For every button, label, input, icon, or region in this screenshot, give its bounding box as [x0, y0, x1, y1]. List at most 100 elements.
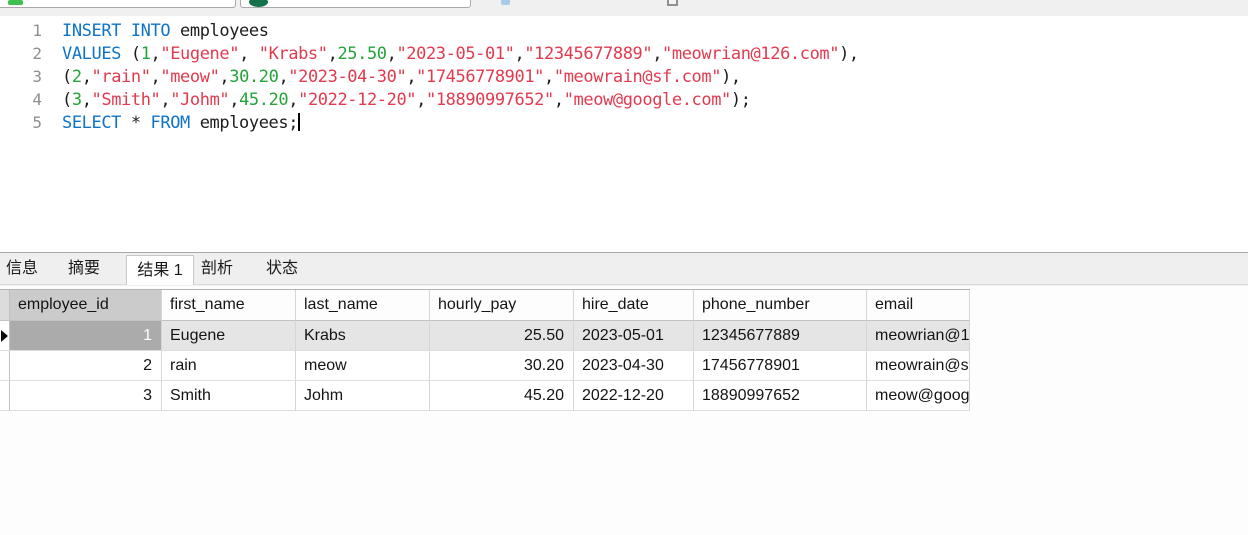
token-str: "meow@google.com": [564, 90, 731, 110]
tab-summary[interactable]: 摘要: [68, 253, 100, 285]
token-id: ,: [82, 67, 92, 87]
token-str: "Smith": [92, 90, 161, 110]
tab-info[interactable]: 信息: [6, 253, 38, 285]
token-kw: SELECT: [62, 113, 121, 133]
token-num: 25.50: [337, 44, 386, 64]
cell-first_name[interactable]: Eugene: [162, 321, 296, 351]
token-id: employees: [170, 21, 268, 41]
token-str: "12345677889": [524, 44, 652, 64]
token-id: ,: [151, 67, 161, 87]
token-str: "Johm": [170, 90, 229, 110]
cell-first_name[interactable]: Smith: [162, 381, 296, 411]
token-num: 3: [72, 90, 82, 110]
cell-hire_date[interactable]: 2023-04-30: [574, 351, 694, 381]
code-line[interactable]: 4(3,"Smith","Johm",45.20,"2022-12-20","1…: [0, 88, 1248, 111]
token-id: ,: [328, 44, 338, 64]
token-str: "18890997652": [426, 90, 554, 110]
row-marker[interactable]: [0, 351, 10, 381]
code-line[interactable]: 3(2,"rain","meow",30.20,"2023-04-30","17…: [0, 65, 1248, 88]
token-id: ),: [839, 44, 859, 64]
row-marker[interactable]: [0, 381, 10, 411]
cell-phone_number[interactable]: 17456778901: [694, 351, 867, 381]
cell-last_name[interactable]: meow: [296, 351, 430, 381]
token-id: (: [62, 90, 72, 110]
current-row-marker[interactable]: [0, 321, 10, 351]
green-db-icon: [8, 0, 23, 5]
line-number: 4: [0, 88, 42, 111]
tab-result-1[interactable]: 结果 1: [126, 255, 194, 285]
cell-hourly_pay[interactable]: 25.50: [430, 321, 574, 351]
toolbar-strip: [0, 0, 1248, 16]
text-caret: [298, 113, 300, 131]
cell-phone_number[interactable]: 12345677889: [694, 321, 867, 351]
cell-last_name[interactable]: Johm: [296, 381, 430, 411]
code-text: SELECT * FROM employees;: [62, 113, 300, 133]
code-line[interactable]: 5 SELECT * FROM employees;: [0, 111, 1248, 134]
token-id: *: [121, 113, 151, 133]
token-num: 1: [141, 44, 151, 64]
current-row-arrow-icon: [1, 330, 8, 342]
column-header-email[interactable]: email: [867, 290, 970, 321]
token-str: "2023-04-30": [288, 67, 406, 87]
token-str: "Eugene": [160, 44, 239, 64]
database-combobox[interactable]: [240, 0, 471, 8]
column-header-last_name[interactable]: last_name: [296, 290, 430, 321]
line-number: 5: [0, 111, 42, 134]
tab-profile[interactable]: 剖析: [201, 253, 233, 285]
result-grid: employee_idfirst_namelast_namehourly_pay…: [0, 289, 970, 411]
token-id: ,: [229, 90, 239, 110]
blue-mark-icon: [501, 0, 510, 5]
code-text: (3,"Smith","Johm",45.20,"2022-12-20","18…: [62, 90, 751, 110]
code-line[interactable]: 1 INSERT INTO employees: [0, 19, 1248, 42]
sql-code-editor[interactable]: 1 INSERT INTO employees 2 VALUES (1,"Eugene…: [0, 16, 1248, 252]
connection-combobox[interactable]: [0, 0, 236, 8]
cell-hourly_pay[interactable]: 45.20: [430, 381, 574, 411]
token-kw: INSERT INTO: [62, 21, 170, 41]
token-id: ,: [387, 44, 397, 64]
results-pane: employee_idfirst_namelast_namehourly_pay…: [0, 286, 1248, 535]
table-row: 3SmithJohm45.202022-12-2018890997652meow…: [0, 381, 970, 411]
code-text: INSERT INTO employees: [62, 21, 269, 41]
cell-hire_date[interactable]: 2023-05-01: [574, 321, 694, 351]
token-id: );: [731, 90, 751, 110]
cell-email[interactable]: meowrian@126.com: [867, 321, 970, 351]
token-id: ,: [544, 67, 554, 87]
token-kw: FROM: [151, 113, 190, 133]
token-str: "2023-05-01": [396, 44, 514, 64]
line-number: 2: [0, 42, 42, 65]
code-text: VALUES (1,"Eugene", "Krabs",25.50,"2023-…: [62, 44, 859, 64]
token-id: employees;: [190, 113, 298, 133]
column-header-employee_id[interactable]: employee_id: [10, 290, 162, 321]
line-number: 1: [0, 19, 42, 42]
row-marker-header[interactable]: [0, 290, 10, 321]
cell-hire_date[interactable]: 2022-12-20: [574, 381, 694, 411]
column-header-hire_date[interactable]: hire_date: [574, 290, 694, 321]
cell-first_name[interactable]: rain: [162, 351, 296, 381]
token-num: 30.20: [229, 67, 278, 87]
token-str: "meow": [160, 67, 219, 87]
cell-email[interactable]: meowrain@sf.com: [867, 351, 970, 381]
code-line[interactable]: 2 VALUES (1,"Eugene", "Krabs",25.50,"2023…: [0, 42, 1248, 65]
token-id: ,: [219, 67, 229, 87]
token-id: ,: [515, 44, 525, 64]
token-id: ),: [721, 67, 741, 87]
column-header-first_name[interactable]: first_name: [162, 290, 296, 321]
cell-email[interactable]: meow@google.com: [867, 381, 970, 411]
square-outline-icon[interactable]: [667, 0, 678, 6]
token-str: "17456778901": [416, 67, 544, 87]
cell-employee_id[interactable]: 1: [10, 321, 162, 351]
cell-last_name[interactable]: Krabs: [296, 321, 430, 351]
cell-employee_id[interactable]: 3: [10, 381, 162, 411]
column-header-phone_number[interactable]: phone_number: [694, 290, 867, 321]
token-id: ,: [239, 44, 259, 64]
token-id: (: [121, 44, 141, 64]
cell-phone_number[interactable]: 18890997652: [694, 381, 867, 411]
table-row: 2rainmeow30.202023-04-3017456778901meowr…: [0, 351, 970, 381]
cell-hourly_pay[interactable]: 30.20: [430, 351, 574, 381]
cell-employee_id[interactable]: 2: [10, 351, 162, 381]
tab-status[interactable]: 状态: [266, 253, 298, 285]
token-str: "rain": [92, 67, 151, 87]
column-header-hourly_pay[interactable]: hourly_pay: [430, 290, 574, 321]
grid-header-row: employee_idfirst_namelast_namehourly_pay…: [0, 290, 970, 321]
token-id: ,: [416, 90, 426, 110]
